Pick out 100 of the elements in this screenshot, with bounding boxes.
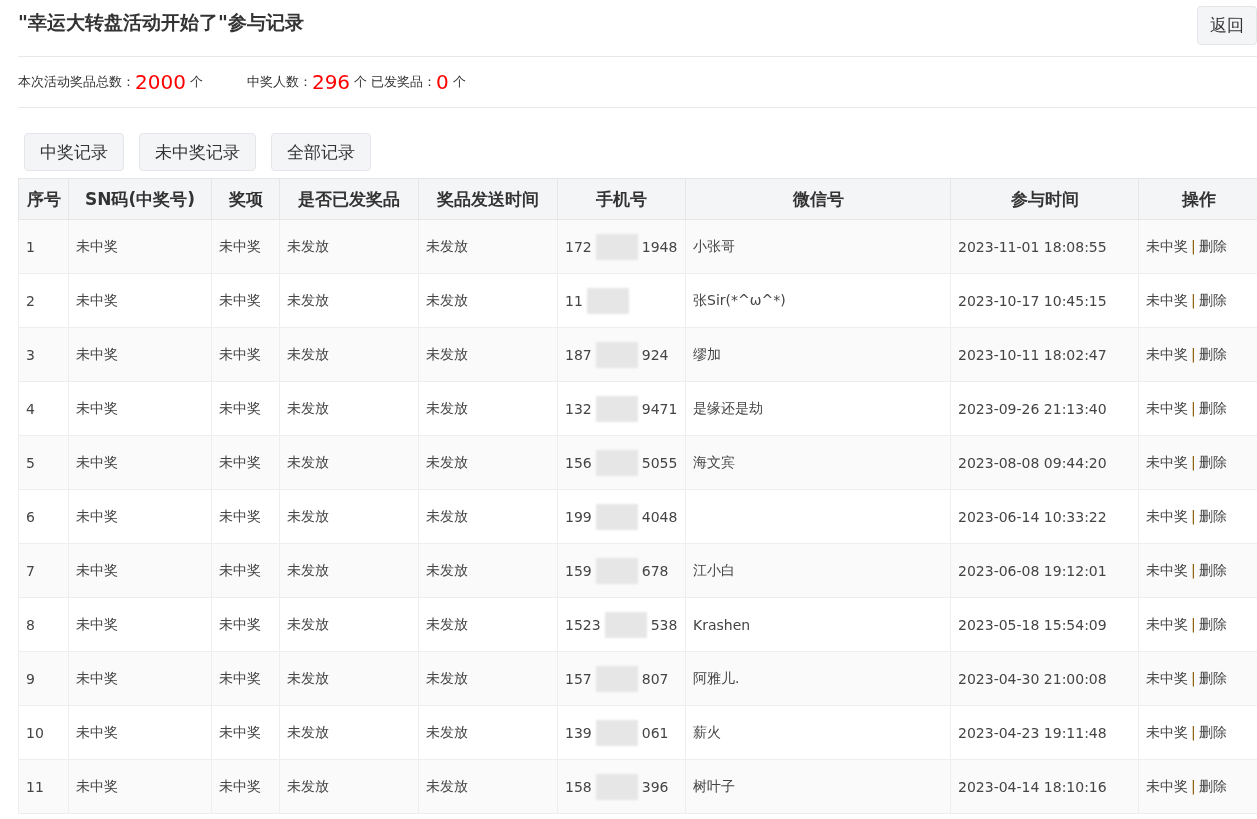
phone-prefix: 11 (565, 292, 583, 309)
separator: | (1191, 669, 1196, 686)
phone-suffix: 9471 (641, 400, 678, 417)
column-header: 手机号 (557, 178, 686, 220)
action-link[interactable]: 未中奖 (1146, 507, 1188, 524)
separator: | (1191, 399, 1196, 416)
action-link[interactable]: 删除 (1198, 453, 1227, 470)
phone-prefix: 159 (565, 562, 592, 579)
stat-unit: 个 (189, 73, 203, 91)
action-link[interactable]: 未中奖 (1146, 723, 1188, 740)
table-cell: 未中奖 (211, 597, 280, 652)
phone-suffix: 1948 (641, 238, 678, 255)
action-link[interactable]: 未中奖 (1146, 615, 1188, 632)
separator: | (1191, 777, 1196, 794)
table-cell: 6 (18, 489, 69, 544)
action-link[interactable]: 删除 (1198, 561, 1227, 578)
table-cell: 2023-10-11 18:02:47 (950, 327, 1139, 382)
table-cell: 未中奖 (211, 327, 280, 382)
table-cell: 树叶子 (685, 759, 951, 814)
table-cell: 未中奖 (68, 543, 212, 598)
table-cell: 未中奖 (211, 543, 280, 598)
action-link[interactable]: 未中奖 (1146, 345, 1188, 362)
table-cell: 未中奖 (68, 381, 212, 436)
table-cell: 未中奖 (68, 327, 212, 382)
action-link[interactable]: 删除 (1198, 669, 1227, 686)
table-cell: 未发放 (418, 381, 558, 436)
action-link[interactable]: 删除 (1198, 291, 1227, 308)
table-cell: 9 (18, 651, 69, 706)
phone-prefix: 187 (565, 346, 592, 363)
table-cell: 未发放 (418, 273, 558, 328)
action-link[interactable]: 删除 (1198, 507, 1227, 524)
action-link[interactable]: 删除 (1198, 777, 1227, 794)
stat-value: 296 (311, 70, 351, 94)
table-cell: 未中奖 (211, 381, 280, 436)
action-link[interactable]: 未中奖 (1146, 777, 1188, 794)
table-cell: 未中奖 (68, 705, 212, 760)
action-link[interactable]: 未中奖 (1146, 669, 1188, 686)
table-cell: 薪火 (685, 705, 951, 760)
phone-suffix: 807 (641, 670, 669, 687)
table-cell: 2023-10-17 10:45:15 (950, 273, 1139, 328)
separator: | (1191, 507, 1196, 524)
action-link[interactable]: 删除 (1198, 723, 1227, 740)
action-link[interactable]: 未中奖 (1146, 237, 1188, 254)
action-link[interactable]: 删除 (1198, 345, 1227, 362)
stat-value: 2000 (135, 70, 186, 94)
action-link[interactable]: 未中奖 (1146, 291, 1188, 308)
filter-button[interactable]: 中奖记录 (24, 133, 124, 171)
phone-suffix: 678 (641, 562, 669, 579)
table-cell: 2023-08-08 09:44:20 (950, 435, 1139, 490)
action-link[interactable]: 删除 (1198, 237, 1227, 254)
table-cell: 10 (18, 705, 69, 760)
action-link[interactable]: 未中奖 (1146, 561, 1188, 578)
table-cell: 未发放 (418, 435, 558, 490)
column-header: 是否已发奖品 (279, 178, 419, 220)
table-cell: 未中奖 (211, 759, 280, 814)
phone-prefix: 172 (565, 238, 592, 255)
table-cell: 是缘还是劫 (685, 381, 951, 436)
table-cell: 未中奖 (211, 705, 280, 760)
table-cell: 未中奖 (211, 219, 280, 274)
stat-label: 已发奖品： (371, 73, 437, 91)
table-cell: 未发放 (279, 435, 419, 490)
table-cell: 阿雅儿. (685, 651, 951, 706)
table-cell: 江小白 (685, 543, 951, 598)
action-link[interactable]: 未中奖 (1146, 399, 1188, 416)
table-cell: 未中奖 (211, 435, 280, 490)
table-cell: 2 (18, 273, 69, 328)
phone-prefix: 158 (565, 778, 592, 795)
filter-button[interactable]: 全部记录 (271, 133, 371, 171)
table-cell: 未发放 (418, 489, 558, 544)
phone-prefix: 157 (565, 670, 592, 687)
phone-suffix: 396 (641, 778, 669, 795)
phone-suffix: 538 (650, 616, 678, 633)
phone-suffix: 924 (641, 346, 669, 363)
table-cell: 张Sir(*^ω^*) (685, 273, 951, 328)
separator: | (1191, 723, 1196, 740)
table-cell: 未发放 (418, 705, 558, 760)
table-cell: 2023-05-18 15:54:09 (950, 597, 1139, 652)
column-header: 奖品发送时间 (418, 178, 558, 220)
table-cell: 缪加 (685, 327, 951, 382)
action-link[interactable]: 删除 (1198, 615, 1227, 632)
action-link[interactable]: 删除 (1198, 399, 1227, 416)
filter-button[interactable]: 未中奖记录 (139, 133, 256, 171)
table-cell: 未中奖 (68, 219, 212, 274)
separator: | (1191, 561, 1196, 578)
phone-prefix: 199 (565, 508, 592, 525)
table-cell: 未发放 (418, 651, 558, 706)
table-cell: 2023-04-14 18:10:16 (950, 759, 1139, 814)
action-link[interactable]: 未中奖 (1146, 453, 1188, 470)
back-button[interactable]: 返回 (1197, 6, 1257, 45)
stat-unit: 个 (354, 73, 368, 91)
stat-value: 0 (436, 70, 449, 94)
table-cell: 2023-09-26 21:13:40 (950, 381, 1139, 436)
table-cell: 未中奖 (68, 597, 212, 652)
column-header: 参与时间 (950, 178, 1139, 220)
table-cell: 未发放 (279, 759, 419, 814)
phone-suffix: 5055 (641, 454, 678, 471)
table-cell: 2023-04-30 21:00:08 (950, 651, 1139, 706)
phone-prefix: 132 (565, 400, 592, 417)
table-cell: 未发放 (418, 327, 558, 382)
table-cell: 未中奖 (68, 489, 212, 544)
